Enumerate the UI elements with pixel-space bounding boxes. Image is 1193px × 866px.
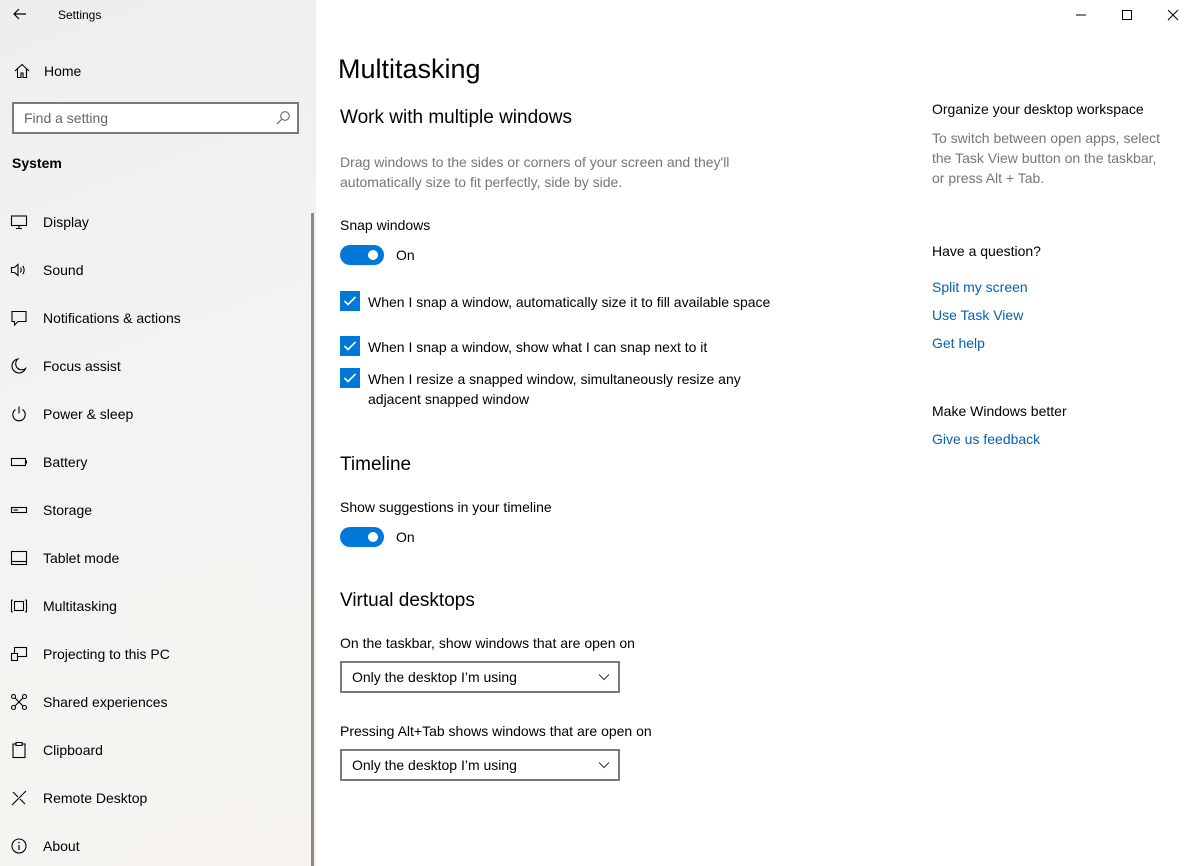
- projecting-icon: [10, 646, 28, 662]
- minimize-icon: [1076, 14, 1086, 16]
- tablet-icon: [10, 550, 28, 566]
- sidebar-item-battery[interactable]: Battery: [0, 442, 312, 482]
- close-button[interactable]: [1150, 0, 1193, 30]
- sidebar-item-label: Focus assist: [43, 358, 121, 374]
- alttab-windows-label: Pressing Alt+Tab shows windows that are …: [340, 723, 652, 739]
- timeline-suggestions-toggle[interactable]: [340, 527, 384, 547]
- dropdown-value: Only the desktop I’m using: [352, 757, 517, 773]
- toggle-knob: [368, 250, 378, 260]
- feedback-link[interactable]: Give us feedback: [932, 431, 1040, 447]
- chevron-down-icon: [598, 762, 610, 769]
- sidebar-item-label: Shared experiences: [43, 694, 168, 710]
- snap-windows-toggle[interactable]: [340, 245, 384, 265]
- timeline-suggestions-label: Show suggestions in your timeline: [340, 499, 552, 515]
- back-button[interactable]: [6, 2, 34, 26]
- info-icon: [11, 838, 27, 854]
- sidebar-item-label: Sound: [43, 262, 84, 278]
- timeline-suggestions-state: On: [396, 529, 415, 545]
- question-heading: Have a question?: [932, 243, 1041, 259]
- checkbox-label: When I snap a window, show what I can sn…: [368, 339, 708, 355]
- sidebar-item-label: Clipboard: [43, 742, 103, 758]
- chevron-down-icon: [598, 674, 610, 681]
- multitasking-icon: [10, 599, 28, 613]
- split-screen-link[interactable]: Split my screen: [932, 279, 1028, 295]
- minimize-button[interactable]: [1058, 0, 1104, 30]
- maximize-button[interactable]: [1104, 0, 1150, 30]
- sidebar-item-label: Multitasking: [43, 598, 117, 614]
- title-bar: Settings: [0, 0, 316, 30]
- checkmark-icon: [343, 341, 357, 351]
- checkbox[interactable]: [340, 336, 360, 356]
- checkbox[interactable]: [340, 368, 360, 388]
- storage-icon: [10, 506, 28, 514]
- sidebar-item-home[interactable]: Home: [0, 56, 316, 86]
- section-heading-snap: Work with multiple windows: [340, 107, 572, 128]
- sidebar-item-storage[interactable]: Storage: [0, 490, 312, 530]
- checkbox[interactable]: [340, 291, 360, 311]
- sidebar-item-label: Tablet mode: [43, 550, 120, 566]
- snap-description: Drag windows to the sides or corners of …: [340, 154, 730, 190]
- checkbox-label: When I snap a window, automatically size…: [368, 294, 771, 310]
- sidebar-item-label: Display: [43, 214, 89, 230]
- sidebar-item-tablet-mode[interactable]: Tablet mode: [0, 538, 312, 578]
- section-heading-virtual-desktops: Virtual desktops: [340, 590, 475, 611]
- sidebar-item-label: Home: [44, 63, 82, 79]
- search-icon: [276, 111, 290, 125]
- monitor-icon: [10, 215, 28, 230]
- maximize-icon: [1122, 10, 1132, 20]
- sidebar-item-label: Notifications & actions: [43, 310, 181, 326]
- get-help-link[interactable]: Get help: [932, 335, 985, 351]
- search-box[interactable]: [12, 102, 299, 134]
- app-title: Settings: [58, 8, 102, 22]
- sidebar-item-power-sleep[interactable]: Power & sleep: [0, 394, 312, 434]
- alttab-windows-dropdown[interactable]: Only the desktop I’m using: [340, 749, 620, 781]
- sidebar-item-remote-desktop[interactable]: Remote Desktop: [0, 778, 312, 818]
- checkmark-icon: [343, 373, 357, 383]
- sidebar-item-focus-assist[interactable]: Focus assist: [0, 346, 312, 386]
- sidebar-item-projecting[interactable]: Projecting to this PC: [0, 634, 312, 674]
- sidebar-item-about[interactable]: About: [0, 826, 312, 866]
- sidebar-scrollbar[interactable]: [311, 213, 314, 866]
- notification-icon: [11, 310, 27, 327]
- organize-text: To switch between open apps, select the …: [932, 130, 1161, 186]
- checkmark-icon: [343, 296, 357, 306]
- sidebar-item-label: Power & sleep: [43, 406, 134, 422]
- page-title: Multitasking: [338, 54, 481, 84]
- close-icon: [1167, 9, 1179, 21]
- power-icon: [12, 406, 26, 422]
- sidebar-item-label: Battery: [43, 454, 88, 470]
- sidebar-item-shared-experiences[interactable]: Shared experiences: [0, 682, 312, 722]
- speaker-icon: [10, 263, 25, 277]
- battery-icon: [10, 457, 27, 467]
- sidebar-item-sound[interactable]: Sound: [0, 250, 312, 290]
- sidebar-item-label: Projecting to this PC: [43, 646, 170, 662]
- remote-desktop-icon: [11, 790, 27, 806]
- snap-windows-label: Snap windows: [340, 217, 431, 233]
- taskbar-windows-dropdown[interactable]: Only the desktop I’m using: [340, 661, 620, 693]
- task-view-link[interactable]: Use Task View: [932, 307, 1023, 323]
- toggle-knob: [368, 532, 378, 542]
- sidebar: Settings Home System Display Sound: [0, 0, 316, 866]
- shared-experiences-icon: [10, 693, 28, 711]
- sidebar-item-multitasking[interactable]: Multitasking: [0, 586, 312, 626]
- snap-windows-state: On: [396, 247, 415, 263]
- dropdown-value: Only the desktop I’m using: [352, 669, 517, 685]
- checkbox-label: When I resize a snapped window, simultan…: [368, 371, 741, 407]
- search-input[interactable]: [24, 108, 264, 128]
- sidebar-item-label: Remote Desktop: [43, 790, 148, 806]
- moon-icon: [11, 358, 27, 374]
- sidebar-item-notifications[interactable]: Notifications & actions: [0, 298, 312, 338]
- sidebar-item-label: About: [43, 838, 80, 854]
- sidebar-item-clipboard[interactable]: Clipboard: [0, 730, 312, 770]
- sidebar-item-display[interactable]: Display: [0, 202, 312, 242]
- home-icon: [14, 63, 30, 79]
- back-arrow-icon: [13, 8, 26, 20]
- make-windows-better-heading: Make Windows better: [932, 403, 1067, 419]
- sidebar-item-label: Storage: [43, 502, 93, 518]
- clipboard-icon: [12, 741, 26, 759]
- taskbar-windows-label: On the taskbar, show windows that are op…: [340, 635, 635, 651]
- section-label: System: [12, 155, 62, 171]
- section-heading-timeline: Timeline: [340, 454, 412, 475]
- organize-heading: Organize your desktop workspace: [932, 101, 1144, 117]
